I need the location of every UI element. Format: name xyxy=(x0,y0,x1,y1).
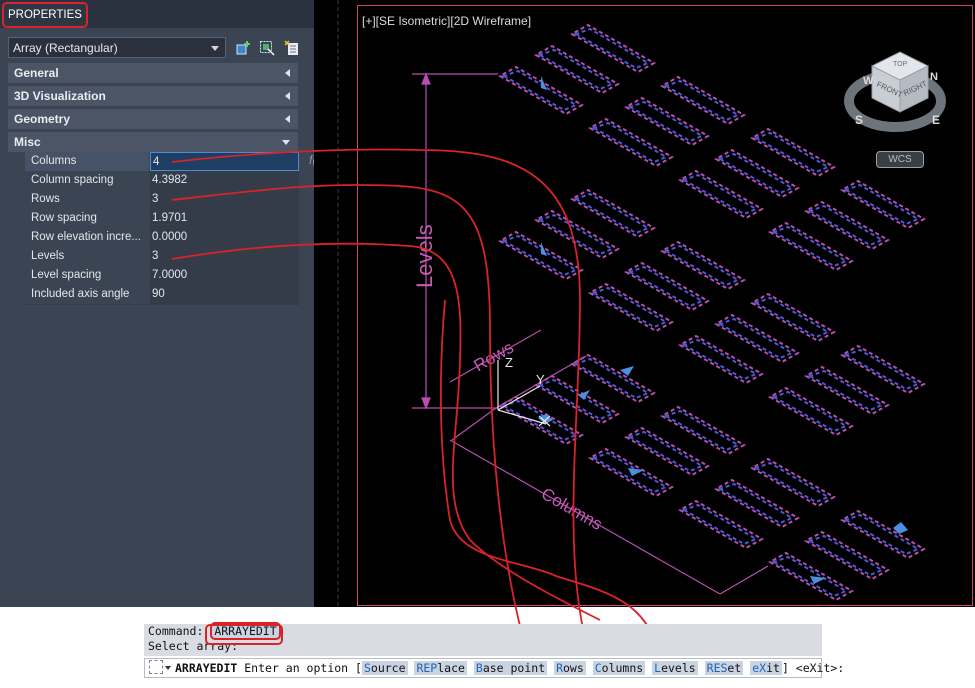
array-item-outline[interactable] xyxy=(843,513,921,556)
option-source[interactable]: Source xyxy=(361,661,408,675)
array-item-outline[interactable] xyxy=(501,234,579,277)
option-exit[interactable]: eXit xyxy=(750,661,782,675)
array-item-outline[interactable] xyxy=(807,534,885,577)
array-item-outline[interactable] xyxy=(573,192,651,235)
array-item-outline[interactable] xyxy=(771,555,849,598)
array-item-outline[interactable] xyxy=(681,173,759,216)
array-item-outline[interactable] xyxy=(771,390,849,433)
dropdown-arrow-icon[interactable] xyxy=(165,666,171,670)
option-columns[interactable]: Columns xyxy=(592,661,646,675)
array-item-outline[interactable] xyxy=(663,409,741,452)
array-item-outline[interactable] xyxy=(537,48,615,91)
prompt-text: Enter an option [ xyxy=(244,661,362,675)
array-item-outline[interactable] xyxy=(807,204,885,247)
array-item-outline[interactable] xyxy=(717,152,795,195)
wcs-menu[interactable]: WCS xyxy=(876,151,924,168)
viewport-label[interactable]: [+][SE Isometric][2D Wireframe] xyxy=(362,14,531,28)
array-item-outline[interactable] xyxy=(591,286,669,329)
compass-s[interactable]: S xyxy=(855,113,863,127)
option-reset[interactable]: RESet xyxy=(704,661,744,675)
drawing-canvas[interactable]: Levels Rows Columns Z Y TOP FRONT RIGHT … xyxy=(0,0,975,688)
option-base-point[interactable]: Base point xyxy=(473,661,548,675)
ucs-z-label: Z xyxy=(505,355,513,370)
array-item-outline[interactable] xyxy=(771,225,849,268)
array-grips[interactable] xyxy=(538,76,908,584)
array-item-outline[interactable] xyxy=(573,27,651,70)
compass-n[interactable]: N xyxy=(930,71,938,83)
array-item-outline[interactable] xyxy=(753,461,831,504)
array-item-outline[interactable] xyxy=(591,451,669,494)
array-item-outline[interactable] xyxy=(591,121,669,164)
columns-annotation: Columns xyxy=(538,484,606,534)
array-item-outline[interactable] xyxy=(681,338,759,381)
compass-e[interactable]: E xyxy=(932,113,940,127)
array-item-outline[interactable] xyxy=(663,244,741,287)
array-item-outline[interactable] xyxy=(501,69,579,112)
array-item-outline[interactable] xyxy=(681,503,759,546)
option-replace[interactable]: REPlace xyxy=(414,661,467,675)
array-item-outline[interactable] xyxy=(717,317,795,360)
command-prefix: Command: xyxy=(148,624,204,638)
array-item-outline[interactable] xyxy=(843,183,921,226)
array-item-outline[interactable] xyxy=(753,131,831,174)
levels-annotation: Levels xyxy=(412,224,437,288)
array-item-outline[interactable] xyxy=(843,348,921,391)
prompt-end: ] <eXit>: xyxy=(781,661,845,675)
array-item-outline[interactable] xyxy=(753,296,831,339)
command-input[interactable]: ARRAYEDIT Enter an option [Source REPlac… xyxy=(144,658,844,678)
compass-w[interactable]: W xyxy=(863,75,874,87)
array-item-outline[interactable] xyxy=(501,399,579,442)
callout-command-box xyxy=(205,624,283,645)
array-item-outline[interactable] xyxy=(627,100,705,143)
viewcube-top-label[interactable]: TOP xyxy=(893,61,908,68)
array-item-outline[interactable] xyxy=(663,79,741,122)
ucs-y-label: Y xyxy=(536,372,545,387)
command-customize-icon[interactable] xyxy=(149,660,163,674)
prompt-command: ARRAYEDIT xyxy=(175,661,238,675)
option-rows[interactable]: Rows xyxy=(554,661,586,675)
option-levels[interactable]: Levels xyxy=(652,661,698,675)
array-item-outline[interactable] xyxy=(807,369,885,412)
array-item-outline[interactable] xyxy=(717,482,795,525)
array-item-outline[interactable] xyxy=(627,265,705,308)
viewcube[interactable]: TOP FRONT RIGHT W N S E xyxy=(844,51,946,132)
array-item-outline[interactable] xyxy=(627,430,705,473)
